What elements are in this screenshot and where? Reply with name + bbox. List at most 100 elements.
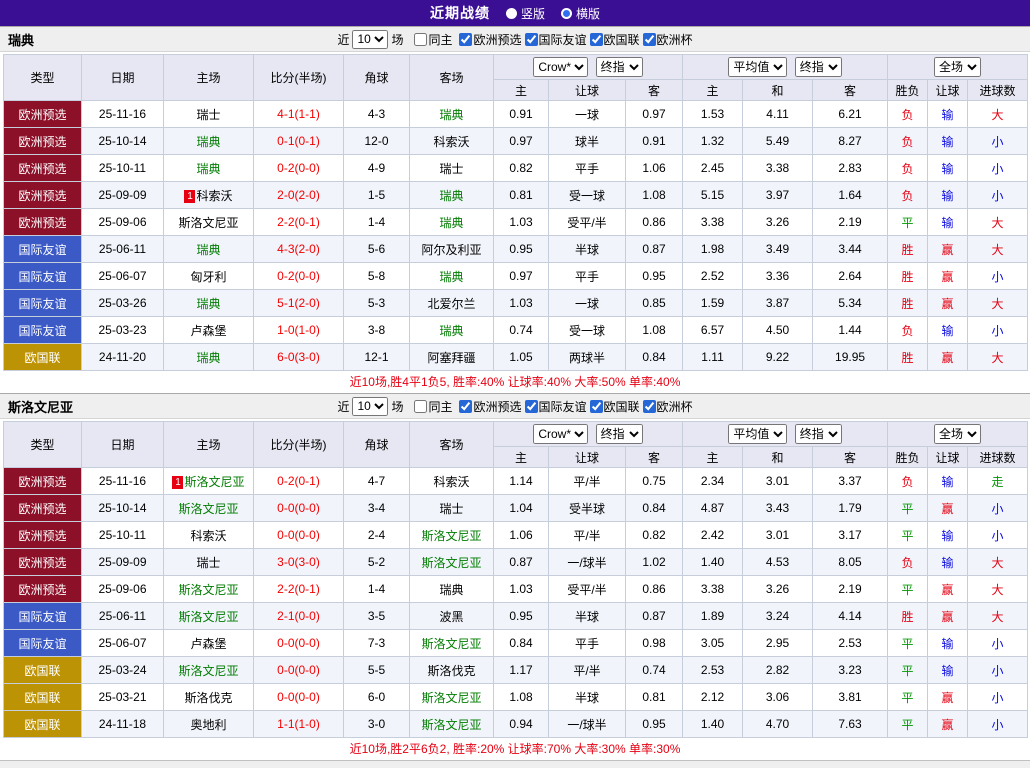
odds-away-cell: 0.98 (626, 630, 683, 657)
filter-checkbox[interactable] (590, 33, 603, 46)
avg-time-select[interactable]: 终指 (795, 57, 842, 77)
odds-home-cell: 1.05 (494, 344, 549, 371)
avg-select[interactable]: 平均值 (728, 424, 787, 444)
filter-toggle-euro[interactable]: 欧洲杯 (643, 31, 693, 48)
league-type-cell: 欧国联 (4, 344, 82, 371)
match-count-select[interactable]: 10 (352, 30, 388, 49)
filter-toggle-euro-qualifier[interactable]: 欧洲预选 (459, 398, 521, 415)
score-cell: 5-1(2-0) (254, 290, 344, 317)
league-type-cell: 国际友谊 (4, 263, 82, 290)
filter-checkbox[interactable] (643, 400, 656, 413)
home-team-cell: 瑞典 (164, 128, 254, 155)
odds-company-select[interactable]: Crow* (533, 424, 588, 444)
odds-company-select[interactable]: Crow* (533, 57, 588, 77)
odds-home-cell: 0.87 (494, 549, 549, 576)
filter-checkbox[interactable] (525, 33, 538, 46)
match-count-select[interactable]: 10 (352, 397, 388, 416)
odds-home-cell: 1.14 (494, 468, 549, 495)
filter-checkbox[interactable] (459, 400, 472, 413)
filter-toggle-friendly[interactable]: 国际友谊 (525, 398, 587, 415)
avg-draw-cell: 3.87 (743, 290, 813, 317)
corner-cell: 12-1 (344, 344, 410, 371)
filter-checkbox[interactable] (525, 400, 538, 413)
score-cell: 4-1(1-1) (254, 101, 344, 128)
fulltime-select[interactable]: 全场 (934, 424, 981, 444)
odds-time-select[interactable]: 终指 (596, 424, 643, 444)
col-corner: 角球 (344, 422, 410, 468)
league-type-cell: 欧洲预选 (4, 576, 82, 603)
score-cell: 2-2(0-1) (254, 209, 344, 236)
odds-home-cell: 0.95 (494, 236, 549, 263)
radio-icon (506, 8, 517, 19)
col-home: 主场 (164, 55, 254, 101)
col-result-handicap: 让球 (928, 80, 968, 101)
col-avg-home: 主 (683, 80, 743, 101)
same-home-checkbox[interactable] (414, 400, 427, 413)
odds-home-cell: 1.03 (494, 209, 549, 236)
match-row: 欧国联25-03-21斯洛伐克0-0(0-0)6-0斯洛文尼亚1.08半球0.8… (4, 684, 1028, 711)
odds-away-cell: 0.91 (626, 128, 683, 155)
league-type-cell: 欧国联 (4, 711, 82, 738)
section-team-title: 斯洛文尼亚 (8, 397, 73, 416)
away-team-cell: 瑞典 (410, 209, 494, 236)
score-cell: 0-2(0-1) (254, 468, 344, 495)
result-wdl-cell: 平 (888, 630, 928, 657)
odds-away-cell: 0.84 (626, 495, 683, 522)
filter-toggle-nations-league[interactable]: 欧国联 (590, 31, 640, 48)
col-type: 类型 (4, 55, 82, 101)
same-home-toggle[interactable]: 同主 (414, 398, 452, 415)
score-cell: 4-3(2-0) (254, 236, 344, 263)
score-cell: 1-1(1-0) (254, 711, 344, 738)
home-team-cell: 科索沃 (164, 522, 254, 549)
odds-handicap-cell: 受一球 (549, 317, 626, 344)
col-result-goals: 进球数 (968, 447, 1028, 468)
filter-toggle-nations-league[interactable]: 欧国联 (590, 398, 640, 415)
filter-checkbox[interactable] (590, 400, 603, 413)
result-wdl-cell: 胜 (888, 236, 928, 263)
odds-away-cell: 0.81 (626, 684, 683, 711)
result-handicap-cell: 输 (928, 317, 968, 344)
corner-cell: 3-0 (344, 711, 410, 738)
avg-select[interactable]: 平均值 (728, 57, 787, 77)
result-goals-cell: 小 (968, 495, 1028, 522)
result-handicap-cell: 赢 (928, 290, 968, 317)
odds-away-cell: 1.08 (626, 182, 683, 209)
avg-away-cell: 3.81 (813, 684, 888, 711)
result-goals-cell: 大 (968, 290, 1028, 317)
avg-away-cell: 8.27 (813, 128, 888, 155)
avg-away-cell: 2.83 (813, 155, 888, 182)
team-section: 斯洛文尼亚 近 10 场 同主 欧洲预选 国际友谊 欧国联 欧洲杯 类型 日期 … (0, 393, 1030, 760)
home-team-cell: 奥地利 (164, 711, 254, 738)
avg-draw-cell: 3.01 (743, 468, 813, 495)
avg-away-cell: 1.44 (813, 317, 888, 344)
col-odds-handicap: 让球 (549, 447, 626, 468)
layout-radio-vertical[interactable]: 竖版 (506, 5, 545, 22)
result-handicap-cell: 赢 (928, 236, 968, 263)
fulltime-select[interactable]: 全场 (934, 57, 981, 77)
league-type-cell: 国际友谊 (4, 630, 82, 657)
filter-checkbox[interactable] (459, 33, 472, 46)
col-odds-away: 客 (626, 80, 683, 101)
home-team-cell: 瑞典 (164, 290, 254, 317)
corner-cell: 3-5 (344, 603, 410, 630)
filter-checkbox[interactable] (643, 33, 656, 46)
match-row: 欧洲预选25-10-11科索沃0-0(0-0)2-4斯洛文尼亚1.06平/半0.… (4, 522, 1028, 549)
avg-draw-cell: 3.43 (743, 495, 813, 522)
filter-toggle-friendly[interactable]: 国际友谊 (525, 31, 587, 48)
layout-radio-horizontal[interactable]: 横版 (561, 5, 600, 22)
result-wdl-cell: 负 (888, 549, 928, 576)
odds-handicap-cell: 半球 (549, 603, 626, 630)
same-home-checkbox[interactable] (414, 33, 427, 46)
avg-time-select[interactable]: 终指 (795, 424, 842, 444)
filter-toggle-euro[interactable]: 欧洲杯 (643, 398, 693, 415)
avg-home-cell: 1.53 (683, 101, 743, 128)
odds-away-cell: 1.08 (626, 317, 683, 344)
filter-toggle-euro-qualifier[interactable]: 欧洲预选 (459, 31, 521, 48)
home-team-cell: 斯洛文尼亚 (164, 603, 254, 630)
score-cell: 0-2(0-0) (254, 155, 344, 182)
rank-badge: 1 (184, 190, 195, 203)
same-home-toggle[interactable]: 同主 (414, 31, 452, 48)
odds-time-select[interactable]: 终指 (596, 57, 643, 77)
date-cell: 25-10-14 (82, 128, 164, 155)
filter-controls: 近 10 场 同主 欧洲预选 国际友谊 欧国联 欧洲杯 (337, 397, 692, 416)
